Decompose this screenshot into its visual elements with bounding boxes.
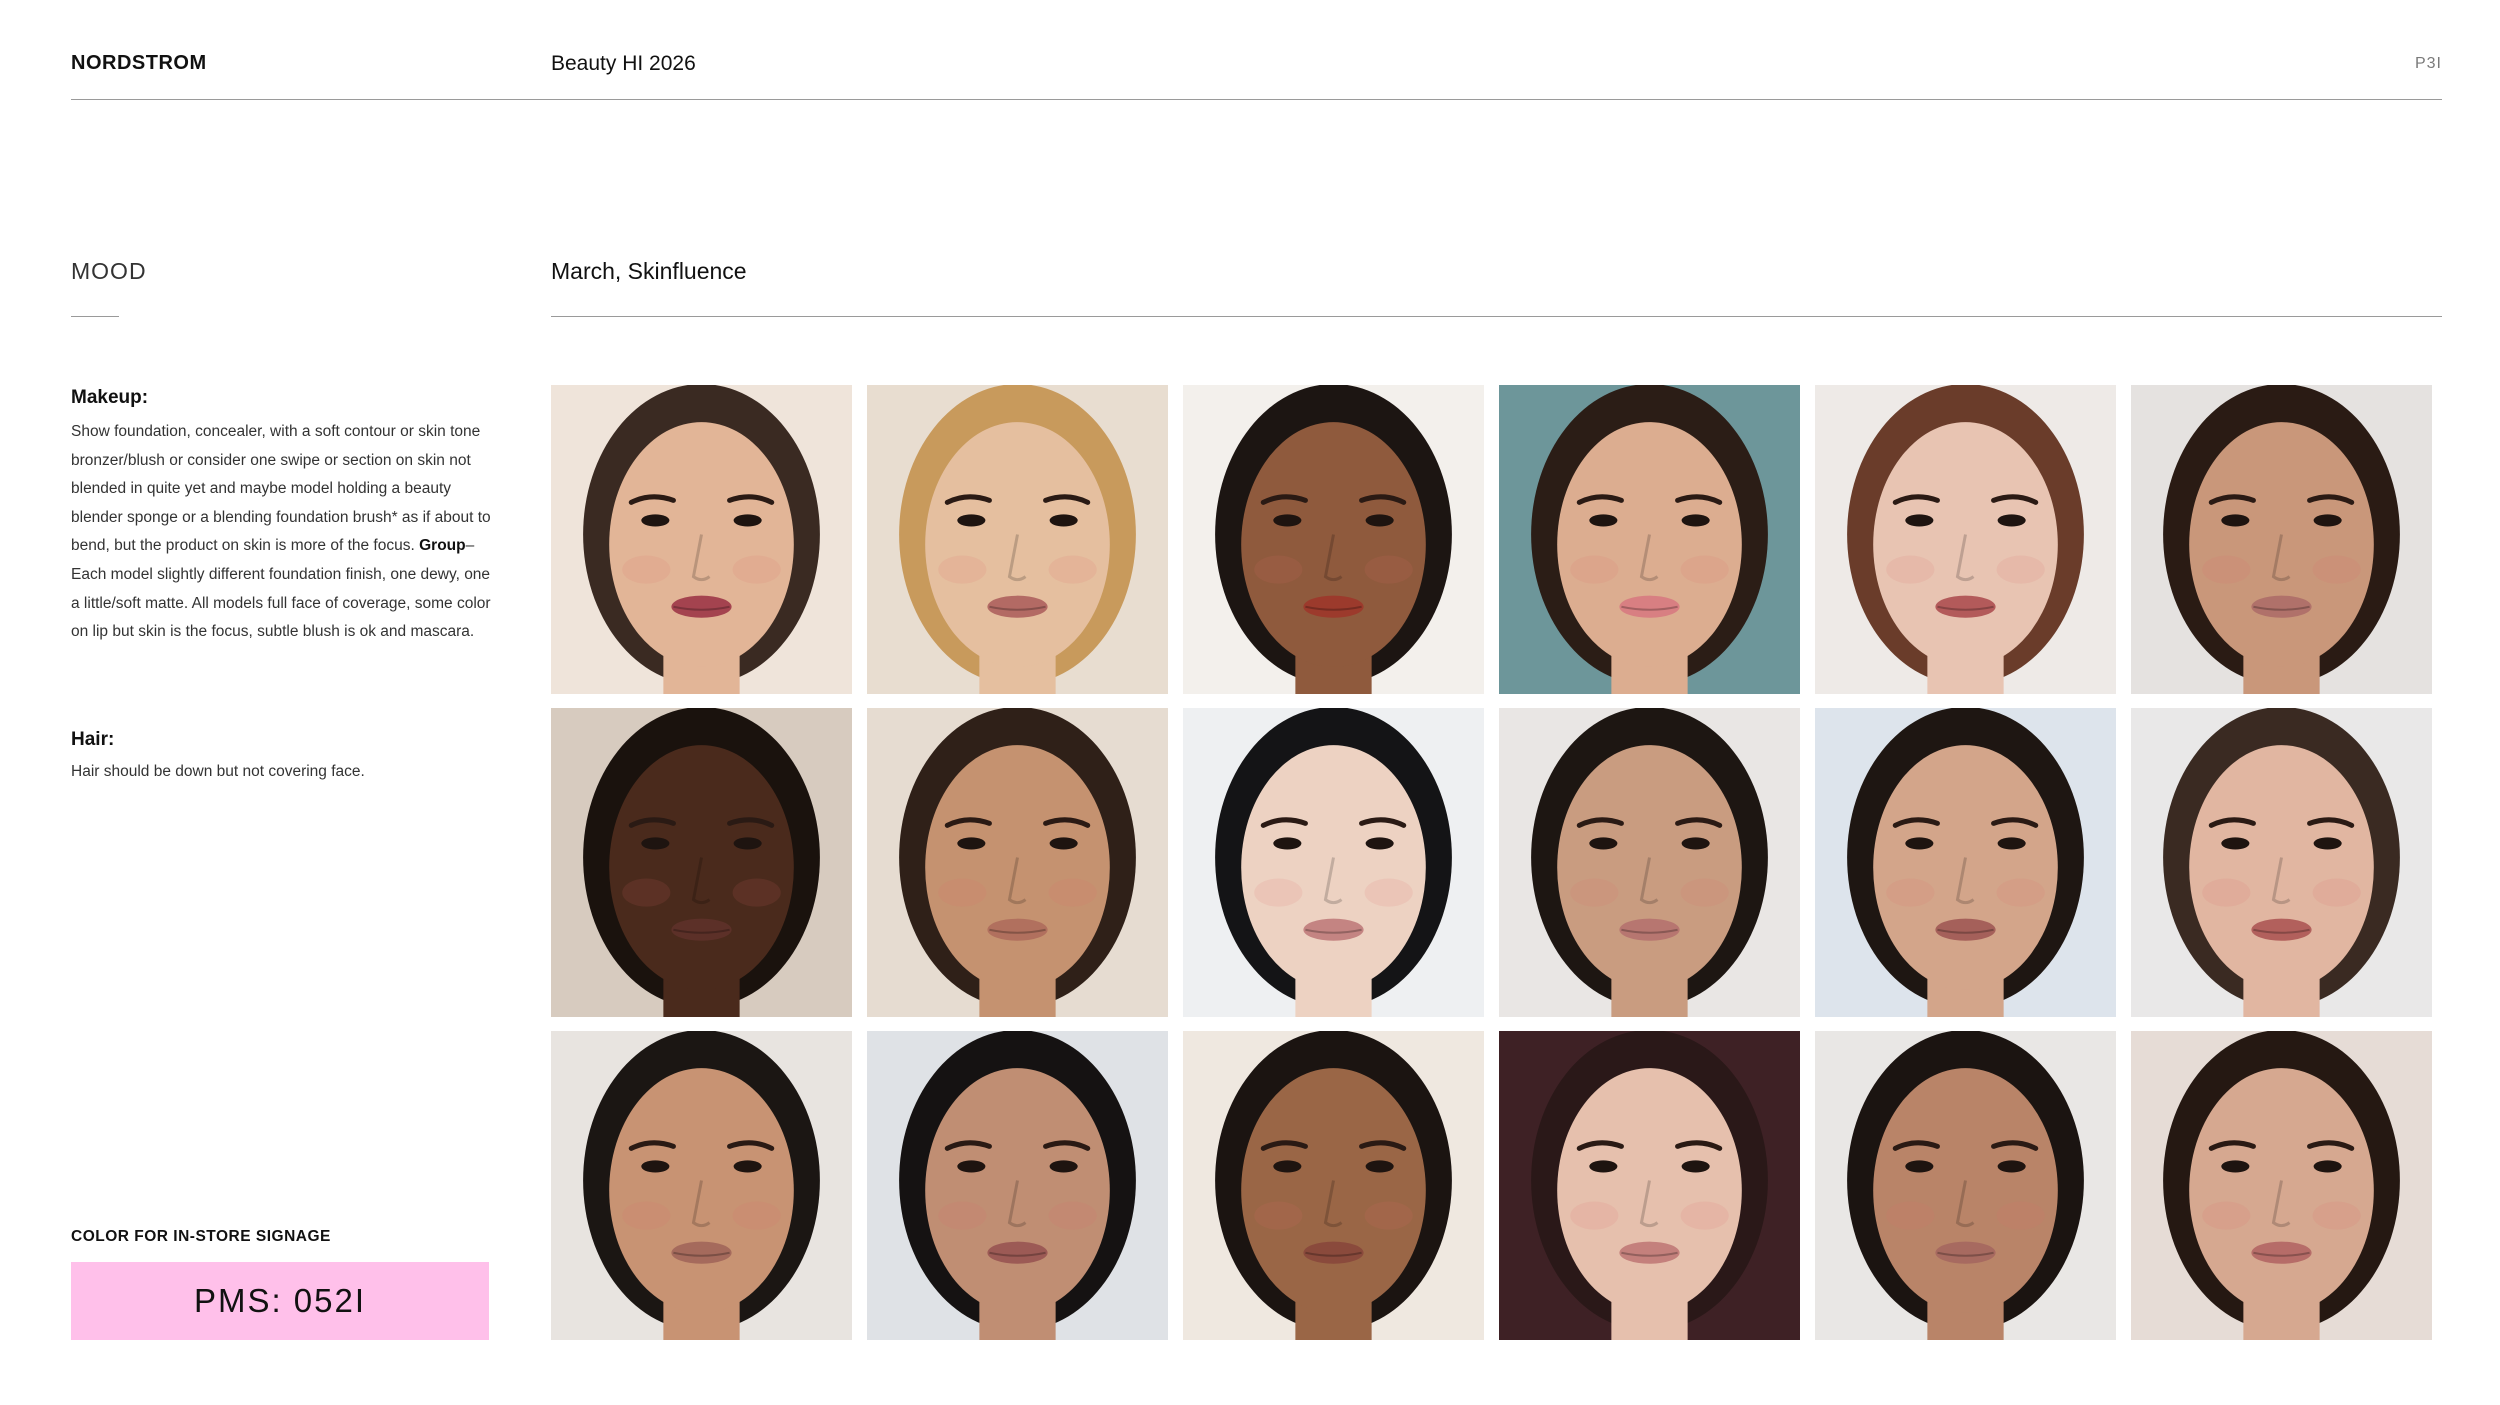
mood-photo-grid (551, 385, 2432, 1340)
section-label-divider (71, 316, 119, 317)
photo-model-teal-backdrop (1499, 385, 1800, 694)
header-divider (71, 99, 2442, 100)
makeup-description: Show foundation, concealer, with a soft … (71, 418, 491, 647)
page-number: P3I (2414, 55, 2442, 72)
photo-three-models-close (2131, 1031, 2432, 1340)
section-label: MOOD (71, 258, 147, 284)
group-label: Group (419, 537, 466, 555)
makeup-text-part1: Show foundation, concealer, with a soft … (71, 423, 491, 555)
photo-model-curly-hair (1183, 1031, 1484, 1340)
photo-two-models-cheek (1815, 1031, 2116, 1340)
section-subtitle: March, Skinfluence (551, 258, 747, 284)
photo-model-turtleneck (2131, 708, 2432, 1017)
photo-group-four-black-outfits (867, 1031, 1168, 1340)
photo-model-holding-foundation (1815, 708, 2116, 1017)
hair-description: Hair should be down but not covering fac… (71, 763, 365, 780)
photo-model-dark-bob (1183, 708, 1484, 1017)
pms-color-swatch: PMS: 052I (71, 1262, 489, 1340)
hair-heading: Hair: (71, 729, 115, 750)
photo-group-four-models (2131, 385, 2432, 694)
photo-model-deep-skin-closeup (551, 708, 852, 1017)
signage-label: COLOR FOR IN-STORE SIGNAGE (71, 1228, 331, 1245)
photo-group-three-faces (1499, 708, 1800, 1017)
makeup-heading: Makeup: (71, 387, 149, 408)
photo-model-slick-hair (1815, 385, 2116, 694)
photo-model-blush-brush (551, 385, 852, 694)
photo-model-hand-on-cheek (867, 708, 1168, 1017)
pms-code: PMS: 052I (193, 1282, 367, 1319)
photo-model-dark-backdrop (1499, 1031, 1800, 1340)
brand-logo: NORDSTROM (71, 52, 207, 74)
document-title: Beauty HI 2026 (551, 52, 696, 75)
photo-group-three-models (867, 385, 1168, 694)
section-divider (551, 316, 2442, 317)
photo-model-pout-closeup (1183, 385, 1484, 694)
photo-model-windswept-hair (551, 1031, 852, 1340)
